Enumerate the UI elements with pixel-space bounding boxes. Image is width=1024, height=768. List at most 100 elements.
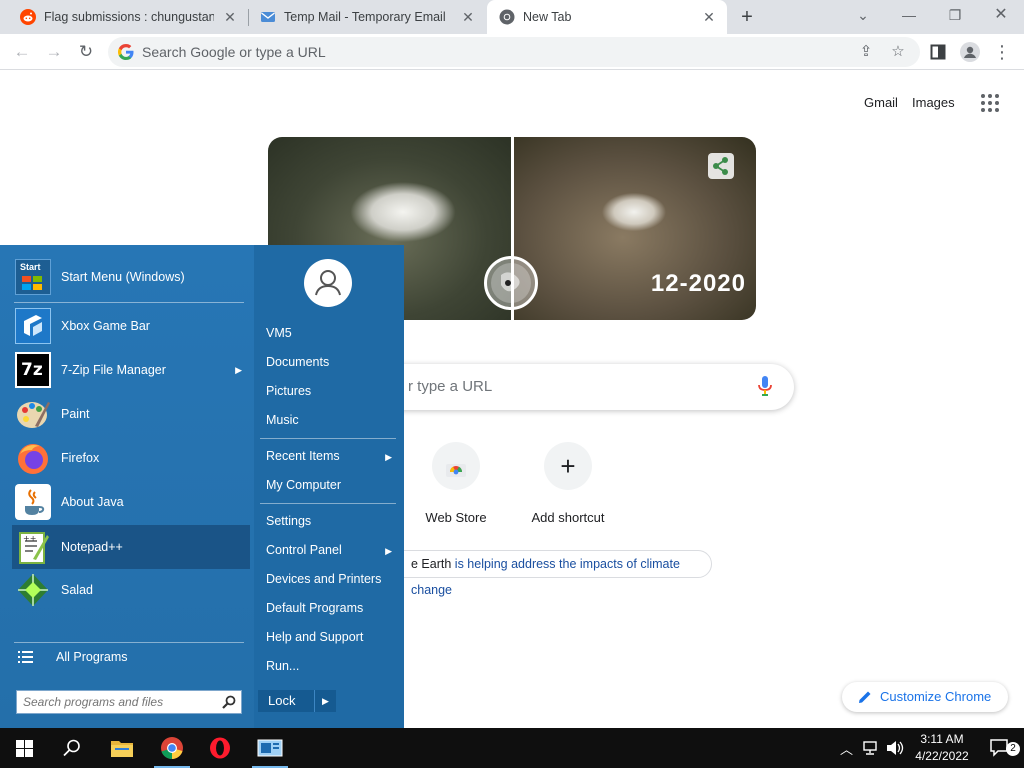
chrome-icon (161, 737, 183, 760)
user-avatar[interactable] (304, 259, 352, 307)
minimize-button[interactable]: — (886, 0, 932, 34)
shortcut-add[interactable]: + Add shortcut (513, 442, 623, 525)
tab-strip: Flag submissions : chungustan ✕ Temp Mai… (0, 0, 1024, 34)
program-label: Xbox Game Bar (61, 319, 150, 333)
side-panel-icon[interactable] (926, 40, 950, 64)
share-icon[interactable]: ⇪ (856, 42, 876, 62)
ntp-search-box[interactable]: r type a URL (380, 364, 794, 410)
google-apps-icon[interactable] (980, 93, 1000, 113)
submenu-arrow-icon: ▶ (385, 452, 392, 462)
profile-icon[interactable] (958, 40, 982, 64)
submenu-arrow-icon: ▶ (235, 364, 242, 375)
shortcut-label: Add shortcut (531, 510, 605, 525)
chrome-icon (499, 9, 515, 25)
tab-reddit[interactable]: Flag submissions : chungustan ✕ (8, 0, 248, 34)
all-programs-button[interactable]: All Programs (18, 650, 128, 664)
tab-temp-mail[interactable]: Temp Mail - Temporary Email ✕ (248, 0, 486, 34)
pencil-icon (859, 691, 871, 703)
close-tab-icon[interactable]: ✕ (222, 9, 238, 25)
search-icon (63, 739, 80, 757)
place-pictures[interactable]: Pictures (266, 384, 398, 398)
tab-search-icon[interactable]: ⌄ (840, 0, 886, 34)
clock-time: 3:11 AM (920, 732, 964, 746)
taskbar-opera[interactable] (196, 728, 244, 768)
volume-icon[interactable] (886, 740, 904, 756)
start-search-box[interactable] (16, 690, 242, 714)
images-link[interactable]: Images (912, 95, 955, 110)
microphone-icon[interactable] (758, 376, 772, 396)
notification-count-badge: 2 (1006, 742, 1020, 756)
paint-icon (15, 396, 51, 432)
program-paint[interactable]: Paint (12, 392, 250, 436)
program-label: Notepad++ (61, 540, 123, 554)
menu-kebab-icon[interactable]: ⋮ (990, 40, 1014, 64)
customize-chrome-button[interactable]: Customize Chrome (842, 682, 1008, 712)
taskbar-clock[interactable]: 3:11 AM 4/22/2022 (912, 731, 972, 765)
start-menu: Start Start Menu (Windows) Xbox Game Bar… (0, 245, 404, 728)
gmail-link[interactable]: Gmail (864, 95, 898, 110)
tab-title: New Tab (523, 10, 572, 24)
7zip-icon: 7z (15, 352, 51, 388)
notepad-icon: ++ (15, 529, 51, 565)
close-tab-icon[interactable]: ✕ (460, 9, 476, 25)
program-about-java[interactable]: About Java (12, 480, 250, 524)
program-start-menu[interactable]: Start Start Menu (Windows) (12, 255, 250, 299)
place-help-support[interactable]: Help and Support (266, 630, 398, 644)
omnibox-placeholder: Search Google or type a URL (142, 44, 326, 60)
taskbar-chrome[interactable] (148, 728, 196, 768)
omnibox[interactable]: Search Google or type a URL ⇪ ☆ (108, 37, 920, 67)
place-settings[interactable]: Settings (266, 514, 398, 528)
start-button[interactable] (0, 728, 48, 768)
close-window-button[interactable]: ✕ (978, 0, 1024, 34)
firefox-icon (15, 440, 51, 476)
comparison-slider-handle[interactable] (484, 256, 538, 310)
place-run[interactable]: Run... (266, 659, 398, 673)
power-options-arrow-icon[interactable]: ▶ (314, 690, 336, 712)
place-user-folder[interactable]: VM5 (266, 326, 398, 340)
program-notepad-plus-plus[interactable]: ++ Notepad++ (12, 525, 250, 569)
notification-center-button[interactable]: 2 (976, 728, 1024, 768)
share-doodle-icon[interactable] (708, 153, 734, 179)
place-music[interactable]: Music (266, 413, 398, 427)
tray-chevron-icon[interactable]: ︿ (840, 739, 853, 758)
doodle-info-link[interactable]: e Earth is helping address the impacts o… (390, 550, 712, 597)
place-devices-printers[interactable]: Devices and Printers (266, 572, 398, 586)
back-icon[interactable]: ← (10, 40, 34, 64)
program-7zip[interactable]: 7z 7-Zip File Manager ▶ (12, 348, 250, 392)
network-icon[interactable] (862, 740, 878, 756)
xbox-icon (15, 308, 51, 344)
place-my-computer[interactable]: My Computer (266, 478, 398, 492)
forward-icon[interactable]: → (42, 40, 66, 64)
customize-label: Customize Chrome (880, 689, 992, 704)
separator (14, 302, 244, 303)
program-salad[interactable]: Salad (12, 568, 250, 612)
taskbar-search-button[interactable] (48, 728, 96, 768)
reload-icon[interactable]: ↻ (74, 40, 98, 64)
restore-button[interactable]: ❐ (932, 0, 978, 34)
java-icon (15, 484, 51, 520)
separator (260, 438, 396, 439)
place-control-panel[interactable]: Control Panel ▶ (266, 543, 398, 557)
start-search-input[interactable] (17, 691, 213, 713)
web-store-tile (432, 442, 480, 490)
taskbar-start-menu-app[interactable] (246, 728, 294, 768)
start-menu-app-icon (257, 739, 283, 757)
taskbar: ︿ 3:11 AM 4/22/2022 2 (0, 728, 1024, 768)
new-tab-button[interactable]: + (736, 6, 758, 28)
program-firefox[interactable]: Firefox (12, 436, 250, 480)
taskbar-file-explorer[interactable] (98, 728, 146, 768)
shortcut-web-store[interactable]: Web Store (401, 442, 511, 525)
tab-new-tab[interactable]: New Tab ✕ (487, 0, 727, 34)
earth-icon (491, 263, 531, 303)
bookmark-star-icon[interactable]: ☆ (888, 42, 908, 62)
place-documents[interactable]: Documents (266, 355, 398, 369)
plus-icon: + (560, 451, 576, 481)
place-recent-items[interactable]: Recent Items ▶ (266, 449, 398, 463)
list-icon (18, 651, 33, 663)
program-xbox-game-bar[interactable]: Xbox Game Bar (12, 304, 250, 348)
search-icon[interactable] (222, 695, 236, 709)
close-tab-icon[interactable]: ✕ (701, 9, 717, 25)
opera-icon (210, 737, 230, 759)
place-default-programs[interactable]: Default Programs (266, 601, 398, 615)
program-label: Salad (61, 583, 93, 597)
